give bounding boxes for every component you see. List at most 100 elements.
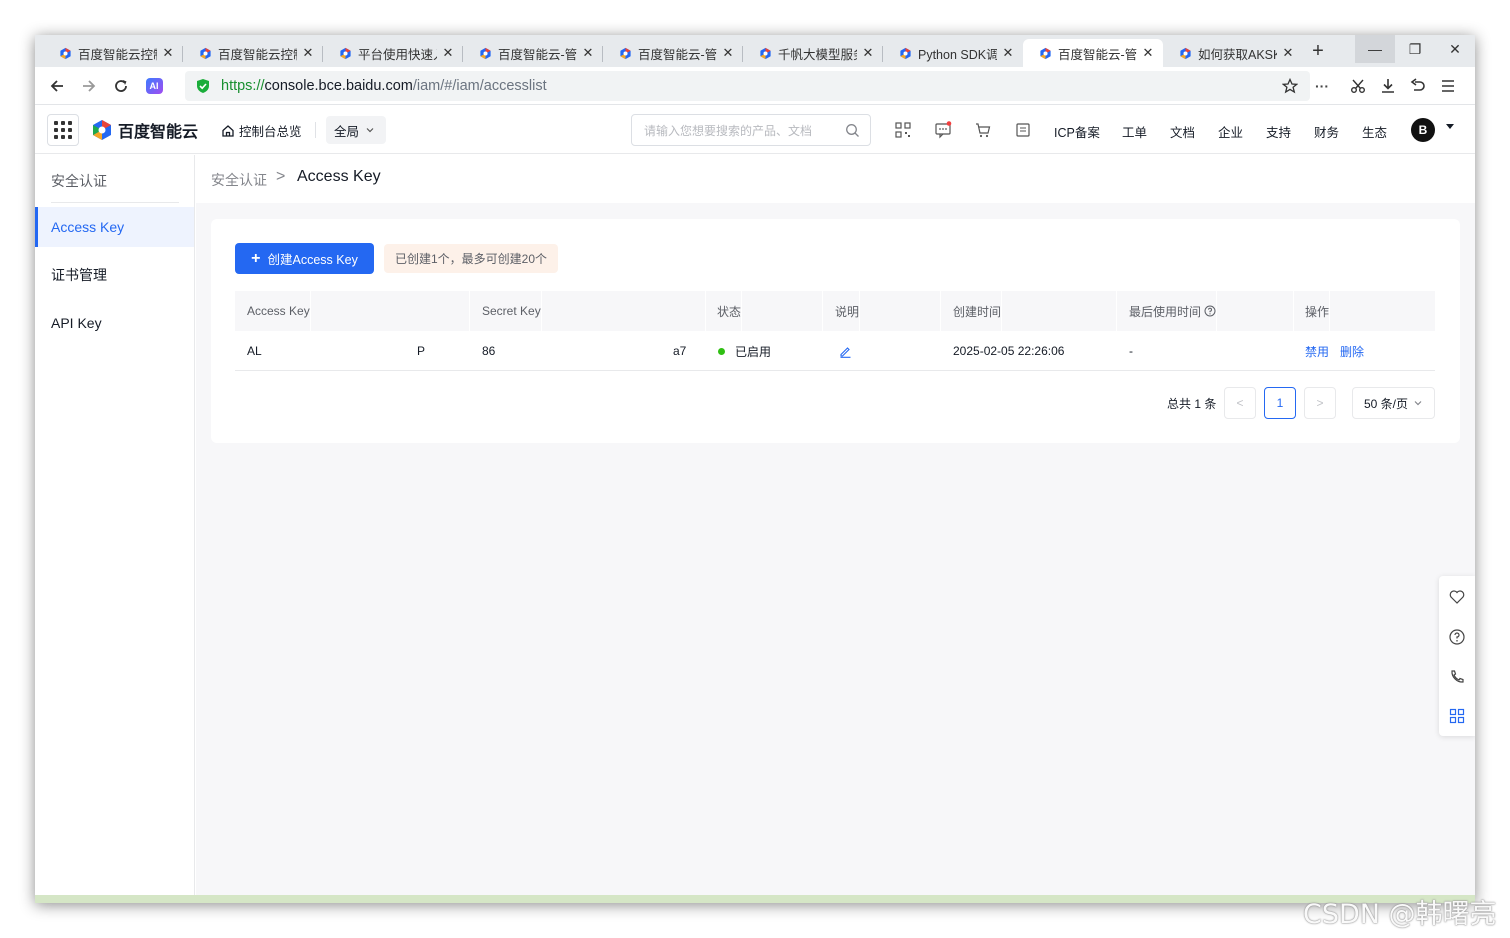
close-window-button[interactable]: ✕ [1435,35,1475,63]
header-link-ecosystem[interactable]: 生态 [1362,122,1387,141]
browser-tab[interactable]: 百度智能云-管 ✕ [463,39,603,67]
browser-tab[interactable]: 百度智能云-管 ✕ [603,39,743,67]
phone-icon[interactable] [1448,668,1466,686]
sidebar-item-api-key[interactable]: API Key [35,303,194,343]
more-menu-icon[interactable]: ··· [1312,76,1332,96]
access-key-table: Access Key Secret Key 状态 说明 创建时间 最后使用时间 [235,291,1435,371]
browser-tab-active[interactable]: 百度智能云-管 ✕ [1023,39,1163,67]
download-icon[interactable] [1378,76,1398,96]
baidu-cloud-logo[interactable]: 百度智能云 [91,118,198,142]
tab-close-icon[interactable]: ✕ [721,45,735,61]
browser-tab[interactable]: 百度智能云控制 ✕ [43,39,183,67]
browser-tab[interactable]: 百度智能云控制 ✕ [183,39,323,67]
breadcrumb-parent[interactable]: 安全认证 [211,170,267,190]
message-icon[interactable] [934,121,952,139]
reload-icon[interactable] [111,76,131,96]
header-link-support[interactable]: 支持 [1266,122,1291,141]
created-at-value: 2025-02-05 22:26:06 [953,344,1065,358]
tab-close-icon[interactable]: ✕ [1001,45,1015,61]
header-link-enterprise[interactable]: 企业 [1218,122,1243,141]
table-header: Access Key Secret Key 状态 说明 创建时间 最后使用时间 [235,291,1435,331]
tab-close-icon[interactable]: ✕ [1281,45,1295,61]
tab-close-icon[interactable]: ✕ [441,45,455,61]
edit-description-icon[interactable] [839,331,852,371]
new-tab-button[interactable]: + [1307,40,1329,62]
create-access-key-button[interactable]: + 创建Access Key [235,243,374,274]
header-link-finance[interactable]: 财务 [1314,122,1339,141]
tab-close-icon[interactable]: ✕ [301,45,315,61]
column-divider [940,291,941,331]
product-menu-grid-icon[interactable] [47,114,79,146]
hamburger-menu-icon[interactable] [1438,76,1458,96]
browser-tab[interactable]: Python SDK调 ✕ [883,39,1023,67]
sidebar-item-access-key[interactable]: Access Key [35,207,194,247]
tab-close-icon[interactable]: ✕ [1141,45,1155,61]
breadcrumb: 安全认证 > Access Key [196,155,1475,203]
tab-title: 如何获取AKSK [1198,47,1277,62]
heart-icon[interactable] [1448,588,1466,606]
url-scheme: https:// [221,78,265,94]
console-home-link[interactable]: 控制台总览 [221,121,302,140]
prev-page-button[interactable]: < [1224,387,1256,419]
qr-code-icon[interactable] [894,121,912,139]
floating-toolbar [1439,576,1475,736]
ai-assistant-icon[interactable]: AI [144,76,164,96]
undo-icon[interactable] [1408,76,1428,96]
column-header-actions: 操作 [1305,291,1331,331]
star-bookmark-icon[interactable] [1280,76,1300,96]
forward-icon[interactable] [79,76,99,96]
main-content: 安全认证 > Access Key + 创建Access Key 已创建1个，最… [196,155,1475,903]
header-link-icp[interactable]: ICP备案 [1054,122,1100,141]
tab-close-icon[interactable]: ✕ [861,45,875,61]
tab-title: 千帆大模型服务 [778,47,857,62]
address-bar[interactable]: https://console.bce.baidu.com/iam/#/iam/… [185,71,1310,101]
header-link-docs[interactable]: 文档 [1170,122,1195,141]
header-divider [315,122,316,138]
disable-button[interactable]: 禁用 [1305,343,1329,360]
page-size-select[interactable]: 50 条/页 [1352,387,1435,419]
user-avatar[interactable]: B [1411,118,1435,142]
bill-icon[interactable] [1014,121,1032,139]
question-circle-icon[interactable] [1204,305,1216,317]
tab-close-icon[interactable]: ✕ [161,45,175,61]
last-used-value: - [1129,344,1133,358]
column-divider [822,291,823,331]
column-divider [1293,291,1294,331]
next-page-button[interactable]: > [1304,387,1336,419]
plus-icon: + [251,249,261,267]
console-header: 百度智能云 控制台总览 全局 请输入您想要搜索的产品、文档 ICP备案 工单 文… [35,106,1475,154]
apps-icon[interactable] [1448,707,1466,725]
baidu-cloud-favicon-icon [900,47,911,59]
cart-icon[interactable] [974,121,992,139]
browser-tab[interactable]: 如何获取AKSK ✕ [1163,39,1303,67]
help-icon[interactable] [1448,628,1466,646]
baidu-cloud-favicon-icon [1180,47,1191,59]
quota-notice: 已创建1个，最多可创建20个 [384,244,559,273]
region-select[interactable]: 全局 [326,116,386,144]
secure-shield-icon [197,79,209,93]
baidu-cloud-favicon-icon [200,47,211,59]
delete-button[interactable]: 删除 [1340,343,1364,360]
browser-tab[interactable]: 平台使用快速入 ✕ [323,39,463,67]
browser-tab[interactable]: 千帆大模型服务 ✕ [743,39,883,67]
tab-close-icon[interactable]: ✕ [581,45,595,61]
column-divider [469,291,470,331]
baidu-cloud-favicon-icon [760,47,771,59]
maximize-button[interactable]: ❐ [1395,35,1435,63]
header-link-ticket[interactable]: 工单 [1122,122,1147,141]
scissors-icon[interactable] [1348,76,1368,96]
column-header-access-key: Access Key [247,291,311,331]
tab-title: 百度智能云-管 [498,47,577,62]
sidebar-item-certificates[interactable]: 证书管理 [35,255,194,295]
column-header-secret-key: Secret Key [482,291,542,331]
watermark: CSDN @韩曙亮 [1303,899,1497,930]
caret-down-icon[interactable] [1446,124,1454,129]
region-value: 全局 [334,124,360,139]
page-number-button[interactable]: 1 [1264,387,1296,419]
back-icon[interactable] [47,76,67,96]
search-icon[interactable] [845,123,860,138]
chevron-down-icon [366,128,374,133]
url-host: console.bce.baidu.com [264,78,413,94]
minimize-button[interactable]: — [1355,35,1395,63]
global-search-input[interactable]: 请输入您想要搜索的产品、文档 [631,114,871,146]
